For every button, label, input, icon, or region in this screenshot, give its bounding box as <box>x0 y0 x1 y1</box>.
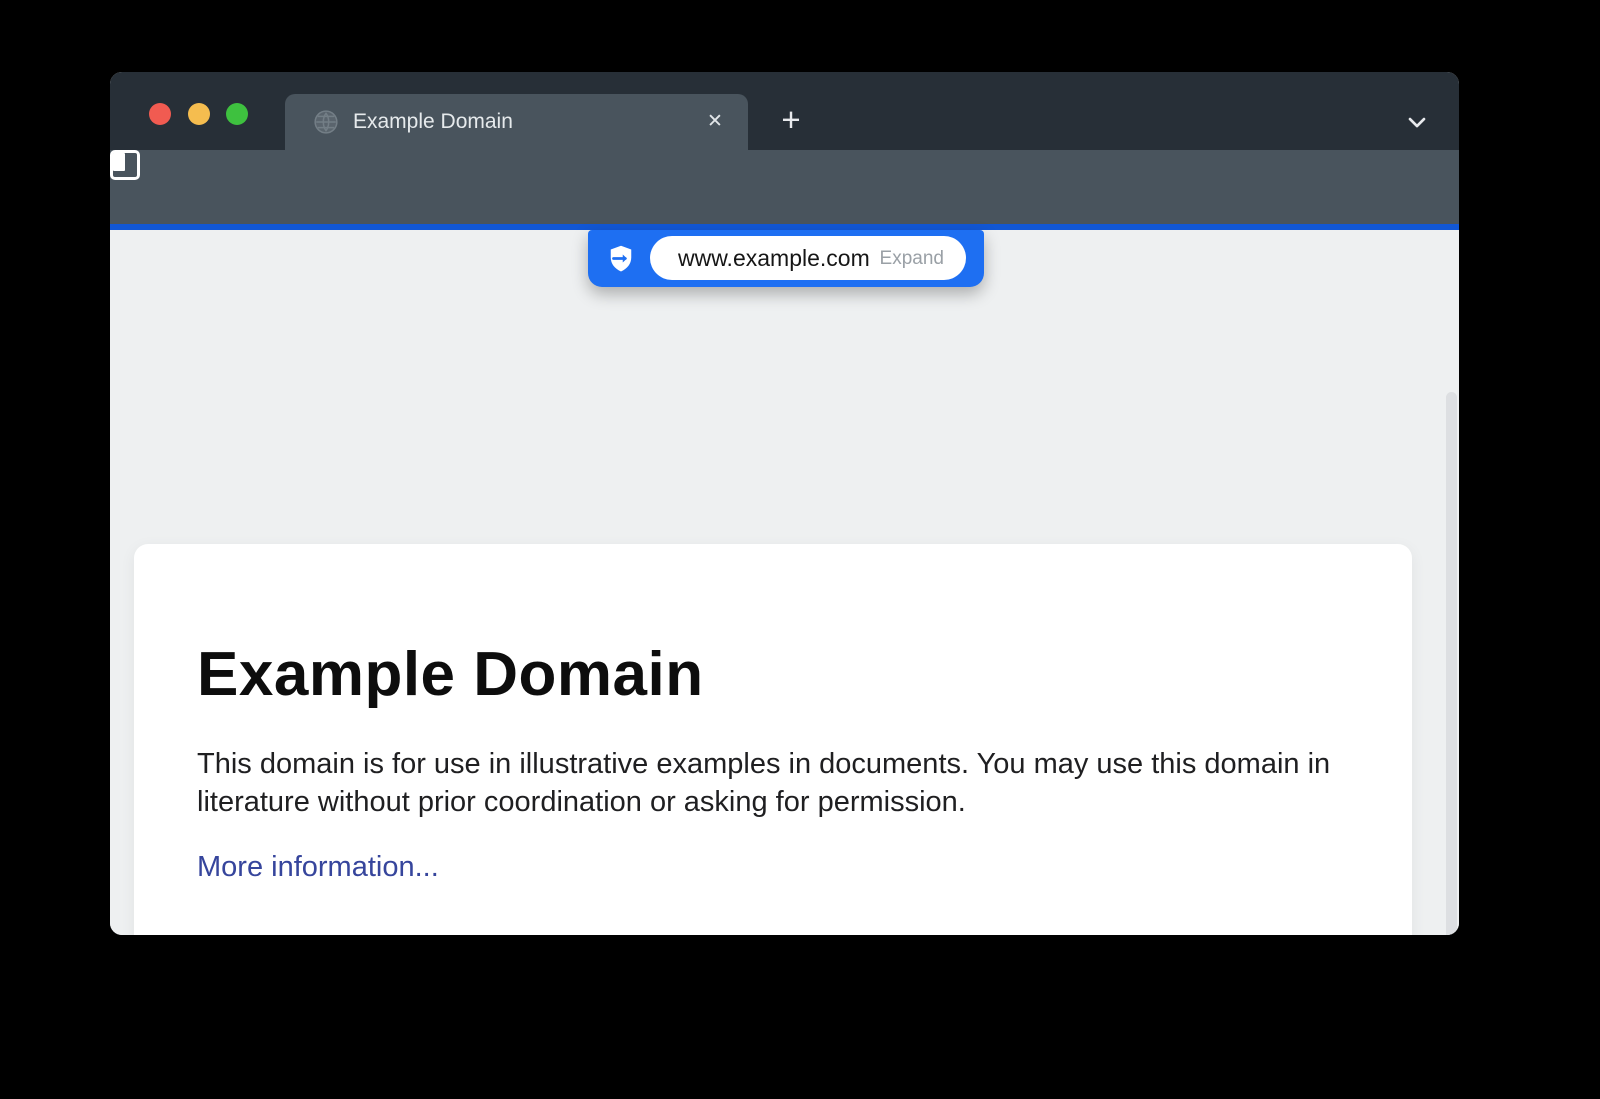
minimize-window-button[interactable] <box>188 103 210 125</box>
more-information-link[interactable]: More information... <box>197 851 439 884</box>
tab-title: Example Domain <box>353 110 513 134</box>
page-paragraph: This domain is for use in illustrative e… <box>197 745 1347 821</box>
vertical-scrollbar[interactable] <box>1446 392 1457 935</box>
page-viewport: www.example.com Expand Example Domain Th… <box>110 230 1459 935</box>
browser-toolbar: browser-beta.cloudflareaccess.com/… C <box>110 150 1459 224</box>
browser-window: Example Domain ✕ + <box>110 72 1459 935</box>
new-tab-button[interactable]: + <box>772 102 810 140</box>
side-panel-icon[interactable] <box>110 150 140 180</box>
chevron-down-icon[interactable] <box>1403 108 1431 136</box>
expand-button[interactable]: Expand <box>880 248 944 270</box>
close-window-button[interactable] <box>149 103 171 125</box>
tab-example-domain[interactable]: Example Domain ✕ <box>285 94 748 150</box>
example-domain-card: Example Domain This domain is for use in… <box>134 544 1412 935</box>
side-panel-fill <box>113 153 125 171</box>
tab-close-icon[interactable]: ✕ <box>702 109 728 135</box>
isolated-hostname: www.example.com <box>678 245 870 272</box>
zoom-window-button[interactable] <box>226 103 248 125</box>
shield-arrow-icon <box>606 243 636 274</box>
globe-favicon-icon <box>313 109 339 135</box>
isolation-host-pill[interactable]: www.example.com Expand <box>588 230 984 287</box>
tab-strip: Example Domain ✕ + <box>110 72 1459 150</box>
desktop-background: Example Domain ✕ + <box>0 0 1600 1099</box>
page-title: Example Domain <box>197 639 1347 711</box>
isolated-url-pill[interactable]: www.example.com Expand <box>650 236 966 280</box>
